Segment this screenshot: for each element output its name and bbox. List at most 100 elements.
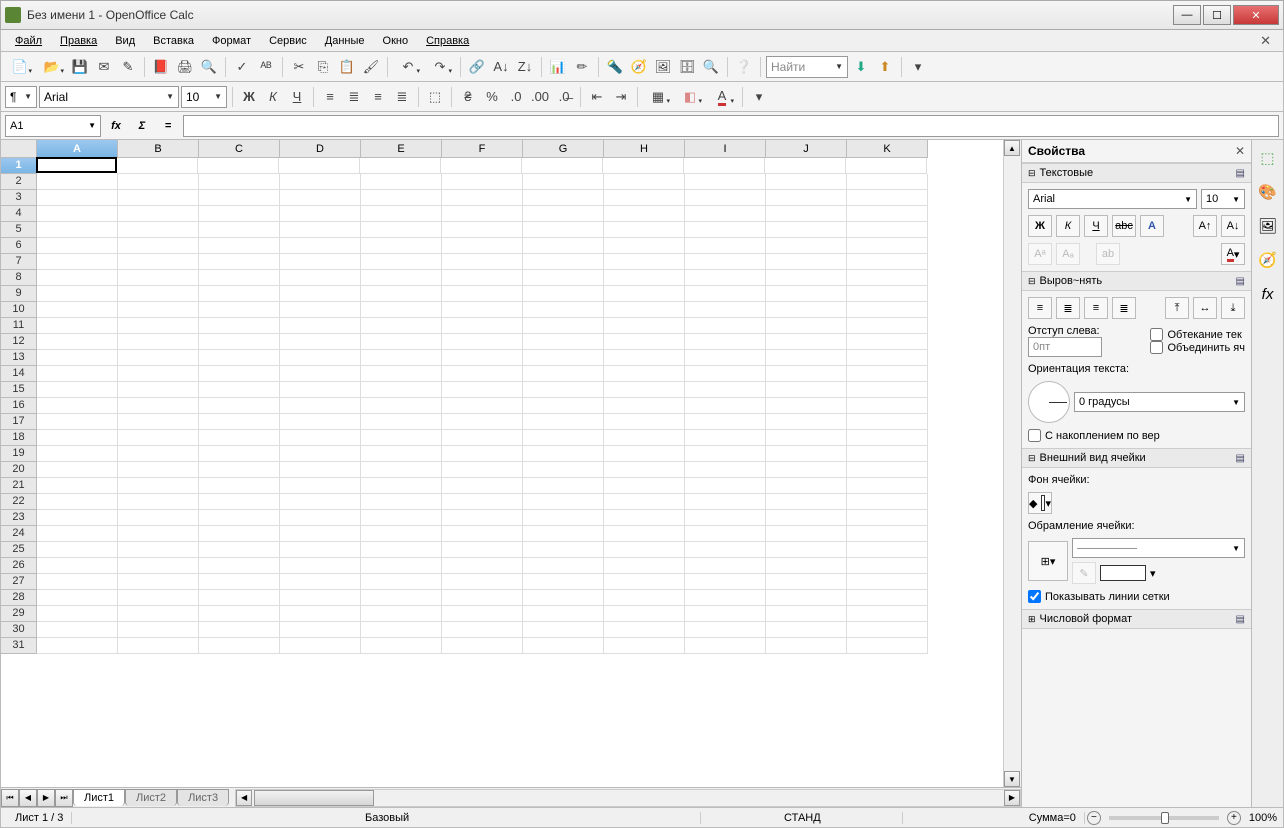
format-paintbrush-button[interactable]: 🖌: [360, 56, 382, 78]
toolbar-overflow-icon[interactable]: ▾: [907, 56, 929, 78]
cell[interactable]: [361, 334, 442, 350]
cell[interactable]: [523, 526, 604, 542]
cell[interactable]: [37, 462, 118, 478]
cell[interactable]: [685, 590, 766, 606]
cell[interactable]: [442, 382, 523, 398]
cell[interactable]: [280, 430, 361, 446]
spellcheck-button[interactable]: ✓: [231, 56, 253, 78]
cell[interactable]: [37, 206, 118, 222]
navigator-button[interactable]: 🧭: [628, 56, 650, 78]
menu-edit[interactable]: Правка: [52, 33, 105, 49]
menu-data[interactable]: Данные: [317, 33, 373, 49]
cell[interactable]: [37, 526, 118, 542]
cell[interactable]: [361, 638, 442, 654]
cell[interactable]: [766, 622, 847, 638]
new-button[interactable]: 📄: [5, 56, 35, 78]
cell[interactable]: [361, 510, 442, 526]
cell[interactable]: [766, 366, 847, 382]
column-header[interactable]: H: [604, 140, 685, 158]
cell[interactable]: [685, 478, 766, 494]
cell[interactable]: [361, 558, 442, 574]
cell[interactable]: [118, 382, 199, 398]
cell-ref-arrow-icon[interactable]: ▼: [88, 121, 96, 130]
cell[interactable]: [442, 446, 523, 462]
edit-file-button[interactable]: ✎: [117, 56, 139, 78]
cell[interactable]: [118, 430, 199, 446]
cell[interactable]: [685, 174, 766, 190]
cell[interactable]: [37, 622, 118, 638]
menu-window[interactable]: Окно: [375, 33, 417, 49]
cell[interactable]: [37, 366, 118, 382]
scroll-down-icon[interactable]: ▼: [1004, 771, 1020, 787]
section-text-head[interactable]: ⊟ Текстовые ▤: [1022, 163, 1251, 183]
underline-button[interactable]: Ч: [286, 86, 308, 108]
cell[interactable]: [604, 238, 685, 254]
cell[interactable]: [442, 398, 523, 414]
row-header[interactable]: 19: [1, 446, 37, 462]
number-std-button[interactable]: .0: [505, 86, 527, 108]
cell[interactable]: [442, 462, 523, 478]
cell[interactable]: [685, 574, 766, 590]
cell[interactable]: [37, 238, 118, 254]
zoom-in-button[interactable]: +: [1227, 811, 1241, 825]
cell[interactable]: [847, 638, 928, 654]
row-header[interactable]: 10: [1, 302, 37, 318]
cell[interactable]: [280, 414, 361, 430]
cell[interactable]: [685, 190, 766, 206]
row-header[interactable]: 28: [1, 590, 37, 606]
cell[interactable]: [685, 494, 766, 510]
cell[interactable]: [523, 190, 604, 206]
function-button[interactable]: =: [157, 115, 179, 137]
cell[interactable]: [766, 590, 847, 606]
cell[interactable]: [280, 398, 361, 414]
vertical-scrollbar[interactable]: ▲ ▼: [1003, 140, 1021, 787]
font-name-combo[interactable]: Arial ▼: [39, 86, 179, 108]
cell[interactable]: [118, 286, 199, 302]
cell[interactable]: [847, 270, 928, 286]
cell[interactable]: [523, 478, 604, 494]
menu-insert[interactable]: Вставка: [145, 33, 202, 49]
cell[interactable]: [685, 334, 766, 350]
cell[interactable]: [37, 574, 118, 590]
cell[interactable]: [847, 478, 928, 494]
sb-valign-bot-button[interactable]: ⤓: [1221, 297, 1245, 319]
cell[interactable]: [280, 462, 361, 478]
cell[interactable]: [604, 302, 685, 318]
cell[interactable]: [118, 334, 199, 350]
column-header[interactable]: F: [442, 140, 523, 158]
status-sum[interactable]: Сумма=0: [905, 812, 1085, 824]
cell[interactable]: [604, 254, 685, 270]
find-replace-button[interactable]: 🔦: [604, 56, 626, 78]
zoom-slider[interactable]: [1109, 816, 1219, 820]
column-header[interactable]: K: [847, 140, 928, 158]
cell[interactable]: [280, 446, 361, 462]
cell[interactable]: [361, 494, 442, 510]
cell[interactable]: [766, 398, 847, 414]
minimize-button[interactable]: —: [1173, 5, 1201, 25]
maximize-button[interactable]: ☐: [1203, 5, 1231, 25]
sb-strike-button[interactable]: abc: [1112, 215, 1136, 237]
cell[interactable]: [280, 318, 361, 334]
undo-button[interactable]: ↶: [393, 56, 423, 78]
row-header[interactable]: 29: [1, 606, 37, 622]
deck-functions-icon[interactable]: fx: [1256, 282, 1280, 306]
cell[interactable]: [37, 334, 118, 350]
cell[interactable]: [766, 494, 847, 510]
cell[interactable]: [118, 446, 199, 462]
cell[interactable]: [766, 302, 847, 318]
cell[interactable]: [280, 638, 361, 654]
cell[interactable]: [604, 430, 685, 446]
cell[interactable]: [847, 238, 928, 254]
sb-valign-mid-button[interactable]: ↔: [1193, 297, 1217, 319]
cell[interactable]: [198, 158, 279, 174]
sb-font-combo[interactable]: Arial ▼: [1028, 189, 1197, 209]
cell[interactable]: [37, 318, 118, 334]
formula-input[interactable]: [183, 115, 1279, 137]
cell[interactable]: [361, 302, 442, 318]
cell[interactable]: [523, 622, 604, 638]
cell[interactable]: [361, 398, 442, 414]
cell[interactable]: [685, 270, 766, 286]
row-header[interactable]: 6: [1, 238, 37, 254]
cell[interactable]: [766, 574, 847, 590]
cell[interactable]: [442, 414, 523, 430]
